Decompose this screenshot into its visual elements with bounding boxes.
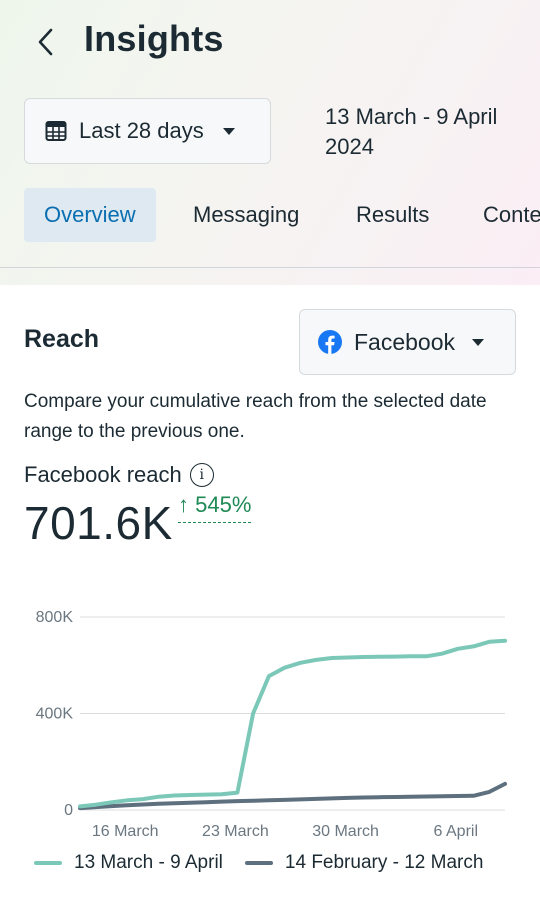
tab-results[interactable]: Results xyxy=(356,188,429,242)
metric-label-text: Facebook reach xyxy=(24,462,182,487)
y-tick-label: 800K xyxy=(36,609,74,626)
info-icon[interactable]: i xyxy=(189,463,214,487)
header-divider xyxy=(0,267,540,268)
x-tick-label: 16 March xyxy=(92,823,159,840)
legend-swatch-current xyxy=(34,861,62,865)
date-range-label: Last 28 days xyxy=(79,118,204,143)
tab-overview[interactable]: Overview xyxy=(24,188,156,242)
metric-value: 701.6K xyxy=(24,497,173,549)
chevron-left-icon xyxy=(38,28,53,56)
facebook-icon xyxy=(318,330,342,354)
x-tick-label: 30 March xyxy=(312,823,379,840)
platform-label: Facebook xyxy=(354,328,456,355)
tab-content[interactable]: Content xyxy=(483,188,540,242)
legend-item-current: 13 March - 9 April xyxy=(34,852,223,874)
reach-chart: 800K 400K 0 16 March 23 March 30 March 6 April xyxy=(36,609,507,840)
reach-heading: Reach xyxy=(24,325,100,353)
tab-messaging[interactable]: Messaging xyxy=(193,188,299,242)
x-tick-label: 23 March xyxy=(202,823,269,840)
date-range-text: 13 March - 9 April 2024 xyxy=(325,104,498,159)
legend-label-current: 13 March - 9 April xyxy=(74,852,223,873)
reach-description: Compare your cumulative reach from the s… xyxy=(24,391,487,442)
y-tick-label: 0 xyxy=(64,802,73,819)
back-button[interactable] xyxy=(30,24,60,60)
legend-item-previous: 14 February - 12 March xyxy=(244,852,484,874)
date-range-dropdown[interactable]: Last 28 days xyxy=(24,98,271,164)
x-tick-label: 6 April xyxy=(434,823,478,840)
y-tick-label: 400K xyxy=(36,706,74,723)
page-title: Insights xyxy=(84,18,224,59)
tab-bar: Overview Messaging Results Content xyxy=(0,188,540,242)
series-line-current xyxy=(78,638,507,809)
legend-label-previous: 14 February - 12 March xyxy=(284,852,484,873)
chart-legend: 13 March - 9 April 14 February - 12 Marc… xyxy=(34,852,483,874)
caret-down-icon xyxy=(472,338,485,346)
legend-swatch-previous xyxy=(244,861,273,865)
caret-down-icon xyxy=(222,127,235,135)
metric-label: Facebook reach i xyxy=(24,462,214,488)
metric-delta: ↑ 545% xyxy=(178,492,252,523)
calendar-icon xyxy=(45,121,67,141)
platform-dropdown[interactable]: Facebook xyxy=(299,309,516,375)
series-line-previous xyxy=(78,781,507,811)
